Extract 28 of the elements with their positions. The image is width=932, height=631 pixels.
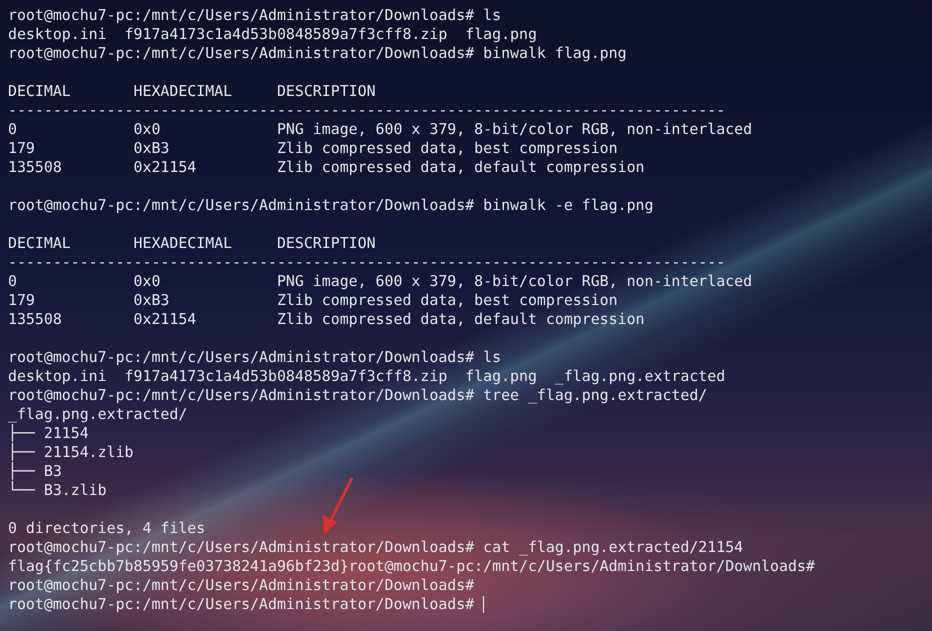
terminal-line: 179 0xB3 Zlib compressed data, best compression <box>8 139 618 158</box>
terminal-line: root@mochu7-pc:/mnt/c/Users/Administrator/Downloads# binwalk -e flag.png <box>8 196 654 215</box>
terminal-line: 179 0xB3 Zlib compressed data, best compression <box>8 291 618 310</box>
terminal-line: 0 0x0 PNG image, 600 x 379, 8-bit/color RGB, non-interlaced <box>8 120 752 139</box>
terminal-line: root@mochu7-pc:/mnt/c/Users/Administrator/Downloads# tree _flag.png.extracted/ <box>8 386 708 405</box>
terminal-line: ├── B3 <box>8 462 62 481</box>
terminal-line: 0 0x0 PNG image, 600 x 379, 8-bit/color RGB, non-interlaced <box>8 272 752 291</box>
terminal-line: └── B3.zlib <box>8 481 107 500</box>
terminal-line: ├── 21154 <box>8 424 89 443</box>
terminal-line: root@mochu7-pc:/mnt/c/Users/Administrator/Downloads# binwalk flag.png <box>8 44 627 63</box>
terminal-line: DECIMAL HEXADECIMAL DESCRIPTION <box>8 82 376 101</box>
terminal-line: DECIMAL HEXADECIMAL DESCRIPTION <box>8 234 376 253</box>
terminal-line: 135508 0x21154 Zlib compressed data, default compression <box>8 310 645 329</box>
terminal-line: ├── 21154.zlib <box>8 443 134 462</box>
terminal-line: root@mochu7-pc:/mnt/c/Users/Administrator/Downloads# <box>8 576 474 595</box>
annotation-arrow <box>323 477 354 535</box>
terminal-line: desktop.ini f917a4173c1a4d53b0848589a7f3cff8.zip flag.png _flag.png.extracted <box>8 367 726 386</box>
terminal-line: root@mochu7-pc:/mnt/c/Users/Administrator/Downloads# ls <box>8 6 502 25</box>
terminal-prompt: root@mochu7-pc:/mnt/c/Users/Administrator/Downloads# <box>8 595 474 614</box>
terminal-line: root@mochu7-pc:/mnt/c/Users/Administrator/Downloads# cat _flag.png.extracted/21154 <box>8 538 744 557</box>
terminal-line: -------------------------------------------------------------------------------- <box>8 253 726 272</box>
terminal-line: desktop.ini f917a4173c1a4d53b0848589a7f3cff8.zip flag.png <box>8 25 537 44</box>
terminal-line: flag{fc25cbb7b85959fe03738241a96bf23d}root@mochu7-pc:/mnt/c/Users/Administrator/Downloads# <box>8 557 815 576</box>
terminal-line: 135508 0x21154 Zlib compressed data, default compression <box>8 158 645 177</box>
terminal-line: -------------------------------------------------------------------------------- <box>8 101 726 120</box>
terminal-line: root@mochu7-pc:/mnt/c/Users/Administrator/Downloads# ls <box>8 348 502 367</box>
terminal-line: _flag.png.extracted/ <box>8 405 188 424</box>
terminal-line: 0 directories, 4 files <box>8 519 206 538</box>
